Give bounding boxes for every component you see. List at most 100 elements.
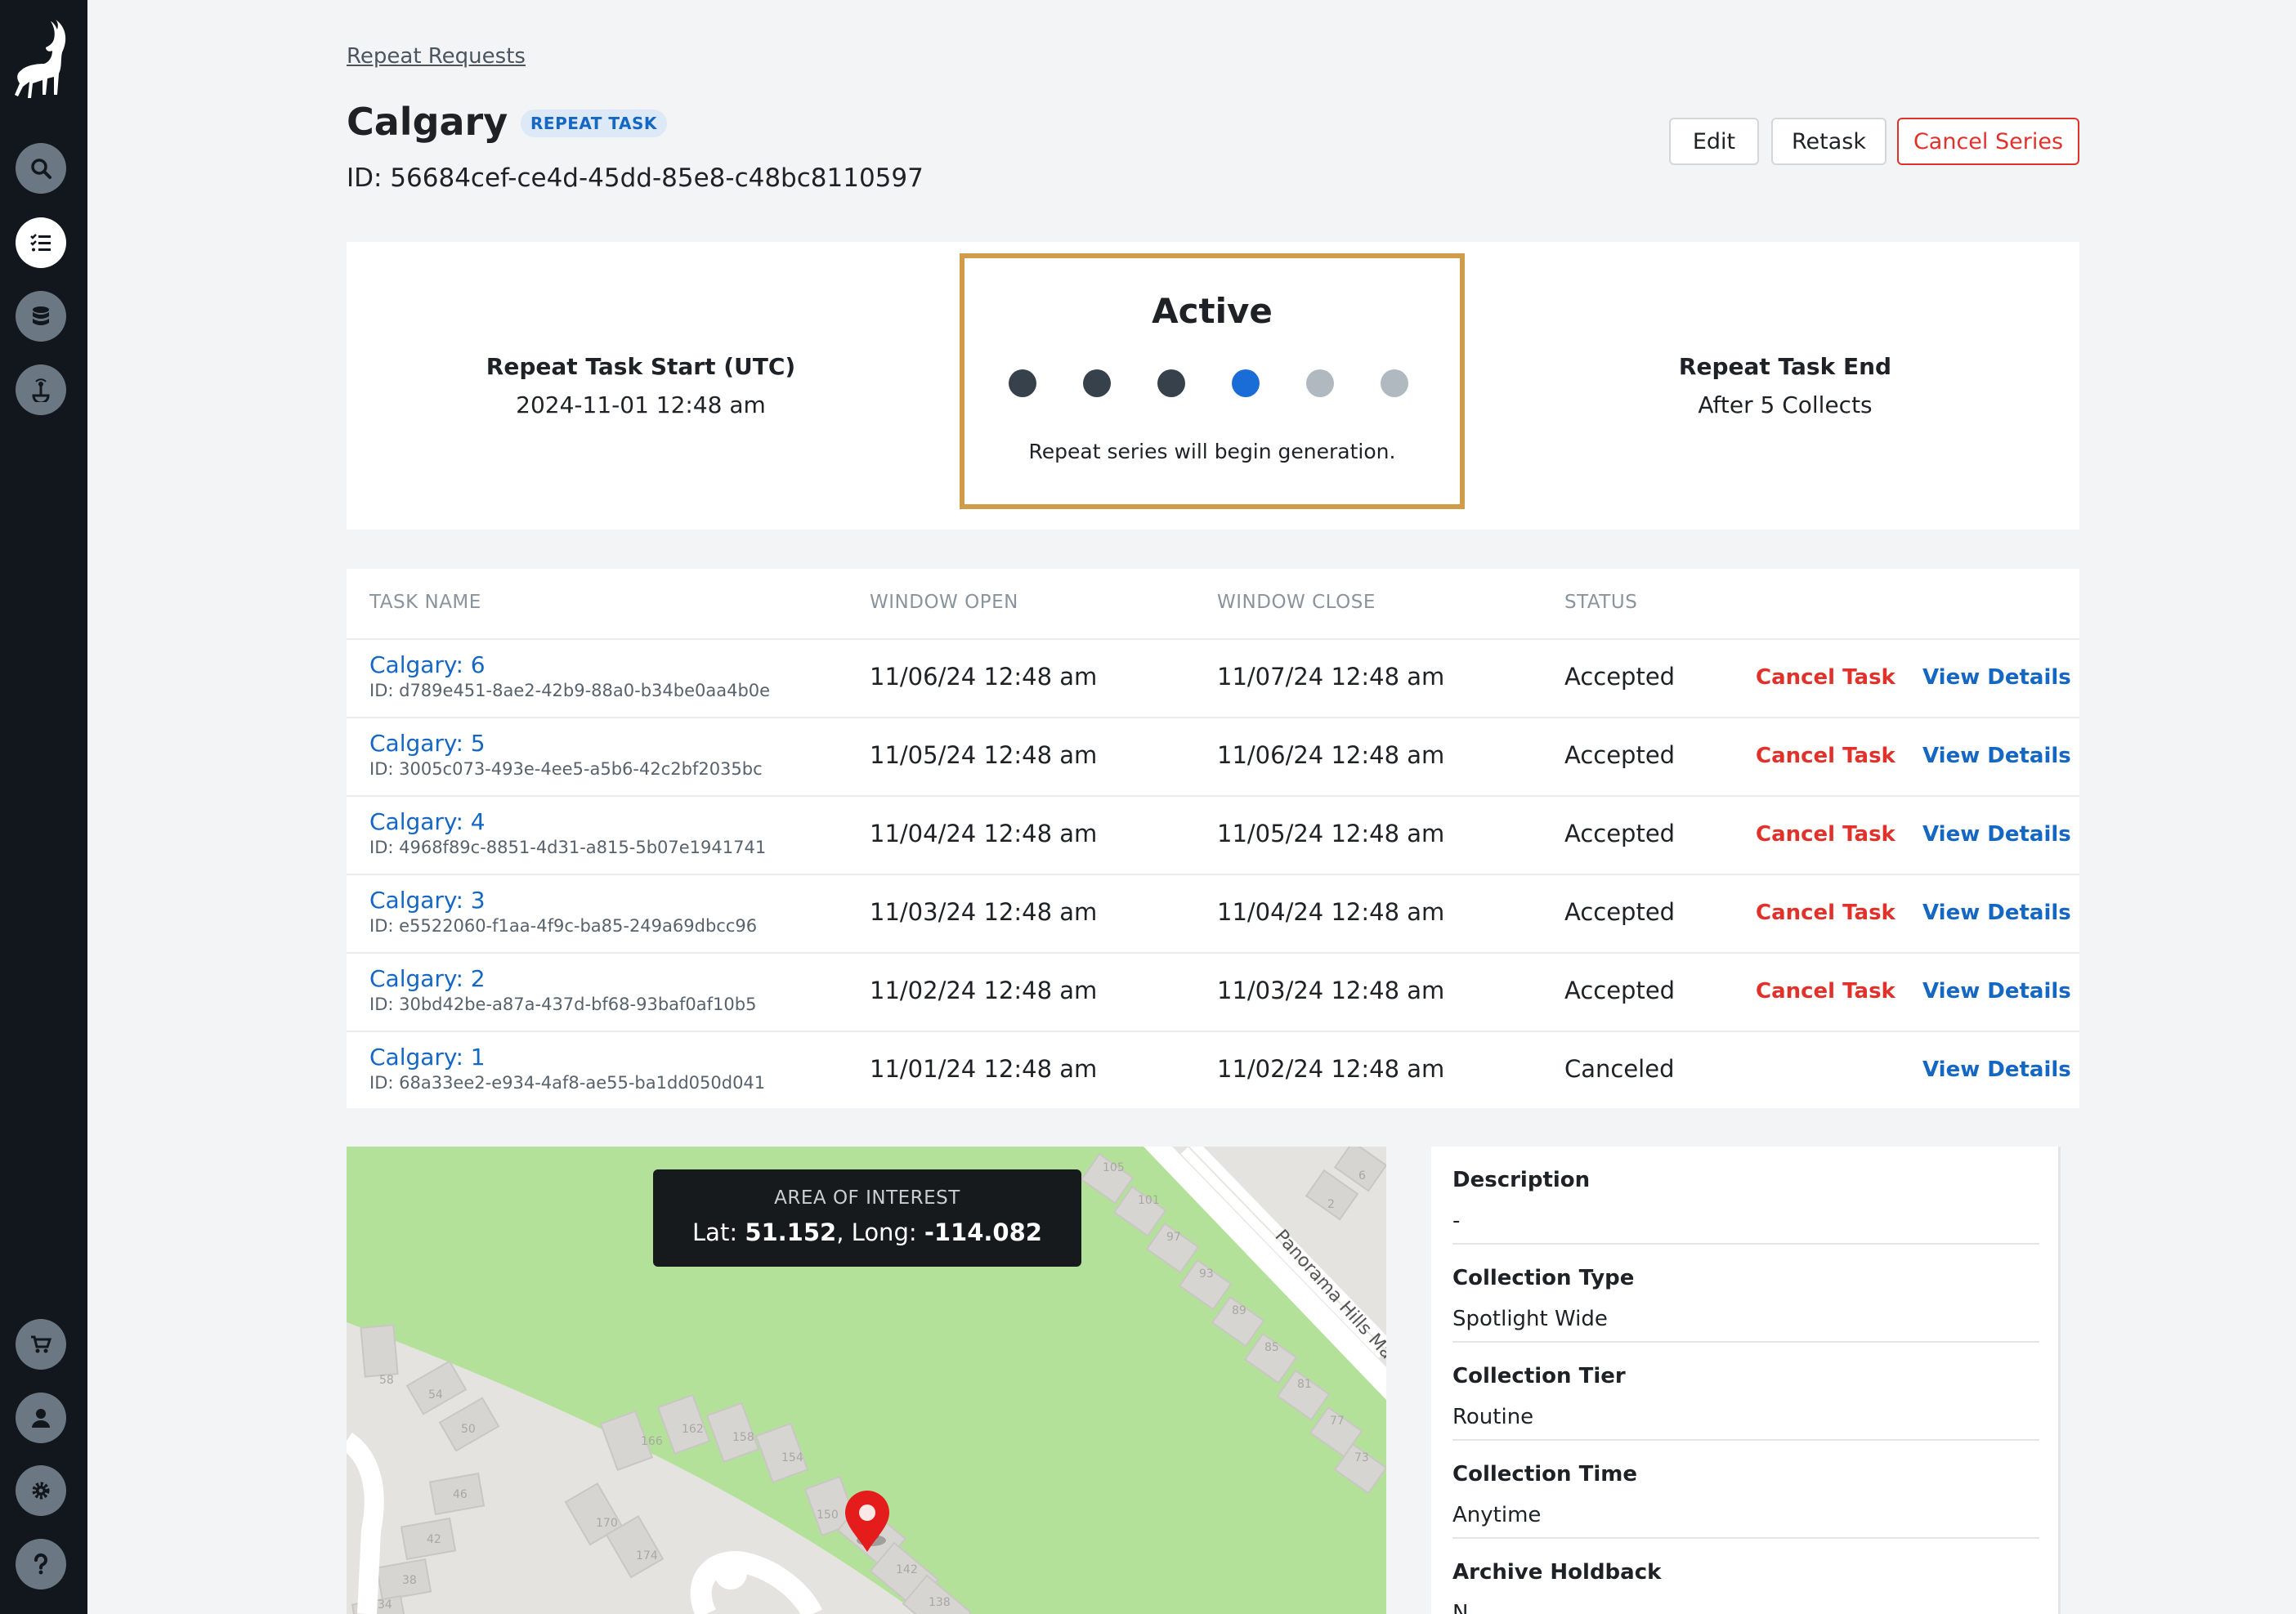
svg-text:138: 138 [929, 1596, 951, 1609]
lat-value: 51.152 [745, 1218, 837, 1246]
svg-text:101: 101 [1138, 1194, 1160, 1207]
retask-button[interactable]: Retask [1771, 118, 1886, 165]
detail-label: Collection Type [1452, 1266, 1635, 1290]
svg-text:93: 93 [1199, 1268, 1214, 1281]
nav-cart[interactable] [16, 1319, 66, 1370]
nav-settings[interactable] [16, 1465, 66, 1516]
svg-text:54: 54 [428, 1388, 443, 1402]
task-table: TASK NAME WINDOW OPEN WINDOW CLOSE STATU… [347, 569, 2079, 1108]
nav-ground-station[interactable] [16, 364, 66, 415]
svg-text:158: 158 [732, 1431, 754, 1444]
table-row: Calgary: 2 ID: 30bd42be-a87a-437d-bf68-93… [347, 952, 2079, 1031]
repeat-end: Repeat Task End After 5 Collects [1491, 242, 2079, 530]
cancel-series-button[interactable]: Cancel Series [1897, 118, 2079, 165]
table-row: Calgary: 6 ID: d789e451-8ae2-42b9-88a0-b3… [347, 638, 2079, 717]
detail-value: - [1452, 1209, 1461, 1233]
long-value: -114.082 [924, 1218, 1042, 1246]
cart-icon [31, 1335, 52, 1353]
view-details-link[interactable]: View Details [1922, 822, 2071, 847]
svg-text:6: 6 [1358, 1169, 1366, 1183]
svg-text:77: 77 [1330, 1415, 1345, 1428]
edit-button[interactable]: Edit [1669, 118, 1759, 165]
col-header-task-name[interactable]: TASK NAME [369, 592, 481, 613]
status-cell: Accepted [1564, 977, 1676, 1004]
nav-tasks[interactable] [16, 217, 66, 268]
svg-text:162: 162 [682, 1423, 704, 1436]
ibex-logo-icon[interactable] [8, 16, 74, 101]
repeat-end-heading: Repeat Task End [1678, 353, 1892, 380]
status-cell: Accepted [1564, 820, 1676, 847]
cancel-task-button[interactable]: Cancel Task [1756, 901, 1895, 925]
col-header-status[interactable]: STATUS [1564, 592, 1637, 613]
nav-search[interactable] [16, 143, 66, 194]
detail-item: Collection Time Anytime [1452, 1441, 2039, 1539]
detail-item: Description - [1452, 1147, 2039, 1245]
status-cell: Canceled [1564, 1055, 1675, 1083]
active-status-title: Active [1152, 291, 1273, 331]
window-close-cell: 11/06/24 12:48 am [1217, 741, 1445, 769]
window-close-cell: 11/05/24 12:48 am [1217, 820, 1445, 847]
col-header-window-close[interactable]: WINDOW CLOSE [1217, 592, 1376, 613]
window-close-cell: 11/04/24 12:48 am [1217, 898, 1445, 926]
aoi-map[interactable]: 105 101 97 93 89 85 81 77 73 2 6 58 54 5… [347, 1147, 1386, 1614]
task-id-text: ID: 3005c073-493e-4ee5-a5b6-42c2bf2035bc [369, 759, 763, 779]
map-pin-icon[interactable] [842, 1490, 893, 1555]
cancel-task-button[interactable]: Cancel Task [1756, 979, 1895, 1004]
svg-text:150: 150 [817, 1509, 839, 1522]
help-icon [34, 1553, 47, 1575]
sidebar [0, 0, 87, 1614]
progress-step-5 [1306, 369, 1334, 397]
page-title: Calgary [347, 100, 508, 144]
view-details-link[interactable]: View Details [1922, 901, 2071, 925]
svg-text:170: 170 [596, 1517, 618, 1530]
task-name-link[interactable]: Calgary: 4 [369, 808, 486, 835]
status-cell: Accepted [1564, 663, 1676, 691]
series-progress-steps [1009, 369, 1417, 399]
detail-item: Collection Tier Routine [1452, 1343, 2039, 1441]
col-header-window-open[interactable]: WINDOW OPEN [870, 592, 1018, 613]
database-icon [33, 306, 49, 325]
svg-text:42: 42 [427, 1533, 441, 1546]
svg-text:58: 58 [379, 1374, 394, 1387]
window-open-cell: 11/04/24 12:48 am [870, 820, 1098, 847]
svg-text:89: 89 [1232, 1304, 1246, 1317]
cancel-task-button[interactable]: Cancel Task [1756, 744, 1895, 768]
aoi-heading: AREA OF INTEREST [774, 1187, 960, 1209]
task-list-icon [30, 234, 51, 252]
repeat-start: Repeat Task Start (UTC) 2024-11-01 12:48… [347, 242, 935, 530]
aoi-tooltip: AREA OF INTEREST Lat: 51.152, Long: -114… [653, 1169, 1081, 1267]
detail-item: Archive Holdback N [1452, 1539, 2039, 1614]
view-details-link[interactable]: View Details [1922, 979, 2071, 1004]
nav-database[interactable] [16, 291, 66, 342]
table-row: Calgary: 4 ID: 4968f89c-8851-4d31-a815-5b… [347, 795, 2079, 874]
cancel-task-button[interactable]: Cancel Task [1756, 822, 1895, 847]
detail-value: Routine [1452, 1405, 1534, 1429]
task-id: ID: 56684cef-ce4d-45dd-85e8-c48bc8110597 [347, 163, 924, 193]
task-name-link[interactable]: Calgary: 1 [369, 1044, 486, 1071]
task-name-link[interactable]: Calgary: 3 [369, 887, 486, 914]
view-details-link[interactable]: View Details [1922, 744, 2071, 768]
table-row: Calgary: 1 ID: 68a33ee2-e934-4af8-ae55-ba… [347, 1031, 2079, 1109]
task-id-text: ID: 30bd42be-a87a-437d-bf68-93baf0af10b5 [369, 995, 757, 1014]
view-details-link[interactable]: View Details [1922, 665, 2071, 690]
window-open-cell: 11/06/24 12:48 am [870, 663, 1098, 691]
gear-icon [32, 1482, 50, 1500]
svg-text:50: 50 [461, 1423, 476, 1436]
progress-step-6 [1381, 369, 1408, 397]
svg-text:34: 34 [378, 1598, 392, 1612]
status-cell: Accepted [1564, 898, 1676, 926]
window-open-cell: 11/05/24 12:48 am [870, 741, 1098, 769]
breadcrumb-repeat-requests[interactable]: Repeat Requests [347, 44, 526, 69]
nav-account[interactable] [16, 1393, 66, 1443]
window-open-cell: 11/03/24 12:48 am [870, 898, 1098, 926]
svg-text:154: 154 [781, 1451, 803, 1464]
window-close-cell: 11/07/24 12:48 am [1217, 663, 1445, 691]
view-details-link[interactable]: View Details [1922, 1057, 2071, 1082]
task-name-link[interactable]: Calgary: 2 [369, 965, 486, 992]
nav-help[interactable] [16, 1539, 66, 1589]
svg-text:97: 97 [1166, 1231, 1181, 1244]
task-name-link[interactable]: Calgary: 5 [369, 730, 486, 757]
task-name-link[interactable]: Calgary: 6 [369, 651, 486, 678]
cancel-task-button[interactable]: Cancel Task [1756, 665, 1895, 690]
window-close-cell: 11/03/24 12:48 am [1217, 977, 1445, 1004]
